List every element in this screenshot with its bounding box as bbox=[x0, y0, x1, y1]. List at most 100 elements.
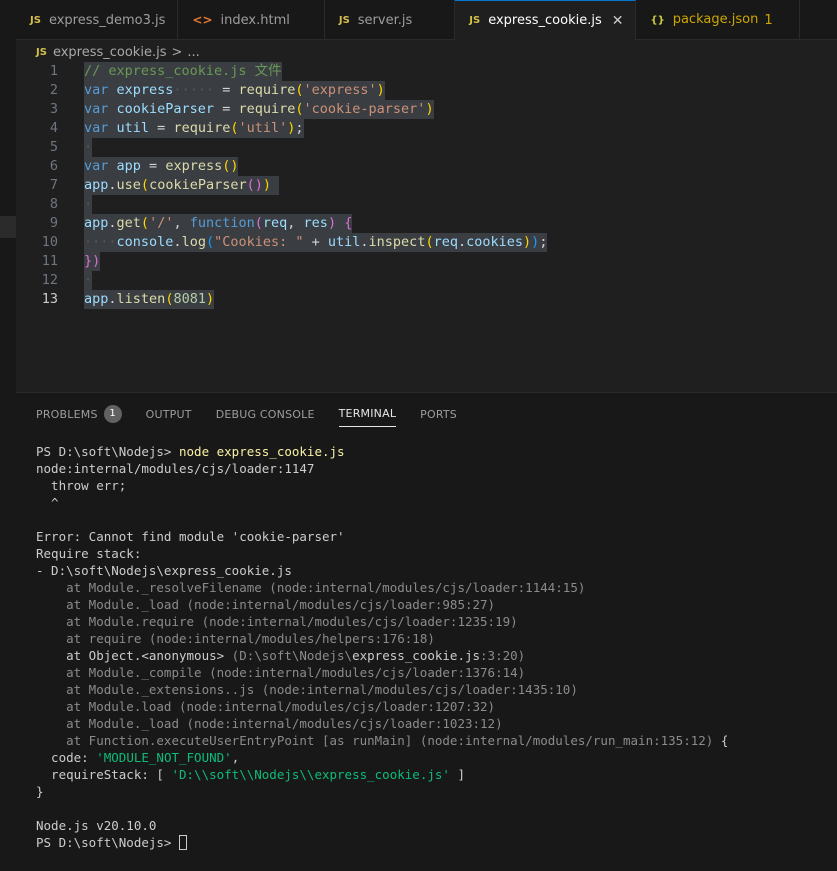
strip-highlight bbox=[0, 216, 16, 238]
tab-express-cookie[interactable]: JS express_cookie.js ✕ bbox=[455, 0, 637, 40]
javascript-file-icon: JS bbox=[469, 15, 481, 26]
tab-terminal[interactable]: TERMINAL bbox=[338, 407, 397, 427]
terminal-prompt: PS D:\soft\Nodejs> bbox=[36, 835, 179, 850]
string: 'cookie-parser' bbox=[303, 101, 426, 117]
tab-label: server.js bbox=[357, 12, 413, 28]
string: 'express' bbox=[303, 82, 377, 98]
function-name: use bbox=[116, 177, 141, 193]
javascript-file-icon: JS bbox=[338, 14, 350, 26]
code-editor[interactable]: 1 // express_cookie.js 文件 2 var express·… bbox=[16, 62, 837, 392]
terminal-line: - D:\soft\Nodejs\express_cookie.js bbox=[36, 563, 292, 578]
identifier: app bbox=[116, 158, 141, 174]
keyword: var bbox=[84, 158, 109, 174]
code-line: 8 · bbox=[16, 195, 837, 214]
identifier: cookieParser bbox=[116, 101, 215, 117]
tab-server-js[interactable]: JS server.js bbox=[325, 0, 456, 40]
line-number: 11 bbox=[41, 253, 58, 269]
terminal-line: Require stack: bbox=[36, 546, 142, 561]
function-name: require bbox=[238, 82, 296, 98]
string: "Cookies: " bbox=[214, 234, 304, 250]
identifier: app bbox=[84, 291, 109, 307]
operator: = bbox=[140, 158, 166, 174]
terminal-line: node:internal/modules/cjs/loader:1147 bbox=[36, 461, 315, 476]
terminal-line: PS D:\soft\Nodejs> bbox=[36, 834, 826, 851]
tab-ports[interactable]: PORTS bbox=[420, 408, 457, 427]
tab-index-html[interactable]: <> index.html bbox=[178, 0, 325, 40]
bottom-panel: PROBLEMS 1 OUTPUT DEBUG CONSOLE TERMINAL … bbox=[16, 392, 837, 871]
code-line: 4 var util = require('util'); bbox=[16, 119, 837, 138]
stack-frame: at Function.executeUserEntryPoint [as ru… bbox=[36, 733, 729, 748]
line-number: 13 bbox=[41, 291, 58, 307]
tab-debug-console[interactable]: DEBUG CONSOLE bbox=[216, 408, 315, 427]
terminal-line: throw err; bbox=[36, 478, 127, 493]
html-file-icon: <> bbox=[192, 13, 213, 27]
stack-frame: at Module._resolveFilename (node:interna… bbox=[36, 580, 586, 595]
problem-count: 1 bbox=[764, 12, 773, 28]
chevron-right-icon: > bbox=[171, 44, 183, 60]
terminal-output[interactable]: PS D:\soft\Nodejs> node express_cookie.j… bbox=[36, 443, 826, 851]
terminal-line: } bbox=[36, 784, 44, 799]
code-line: 5 · bbox=[16, 138, 837, 157]
tab-label: package.json bbox=[672, 11, 759, 27]
function-name: listen bbox=[116, 291, 166, 307]
identifier: util bbox=[327, 234, 361, 250]
parameter: res bbox=[303, 215, 328, 231]
line-number: 5 bbox=[49, 139, 58, 155]
terminal-line: requireStack: [ 'D:\\soft\\Nodejs\\expre… bbox=[36, 767, 465, 782]
identifier: console bbox=[116, 234, 174, 250]
code-line: 12 · bbox=[16, 271, 837, 290]
stack-frame: at Module.load (node:internal/modules/cj… bbox=[36, 699, 496, 714]
tab-output[interactable]: OUTPUT bbox=[146, 408, 192, 427]
code-line: 10 ····console.log("Cookies: " + util.in… bbox=[16, 233, 837, 252]
code-line: 6 var app = express() bbox=[16, 157, 837, 176]
number: 8081 bbox=[173, 291, 206, 307]
keyword: var bbox=[84, 120, 109, 136]
string: '/' bbox=[149, 215, 174, 231]
code-line: 13 app.listen(8081) bbox=[16, 290, 837, 309]
terminal-line: code: 'MODULE_NOT_FOUND', bbox=[36, 750, 240, 765]
stack-frame: at Module._load (node:internal/modules/c… bbox=[36, 716, 503, 731]
panel-tabs: PROBLEMS 1 OUTPUT DEBUG CONSOLE TERMINAL … bbox=[36, 405, 481, 429]
tab-problems[interactable]: PROBLEMS 1 bbox=[36, 405, 122, 429]
stack-frame: at Object.<anonymous> (D:\soft\Nodejs\ex… bbox=[36, 648, 526, 663]
stack-frame: at Module._extensions..js (node:internal… bbox=[36, 682, 578, 697]
function-name: inspect bbox=[368, 234, 426, 250]
keyword: var bbox=[84, 82, 109, 98]
line-number: 8 bbox=[49, 196, 58, 212]
line-number: 12 bbox=[41, 272, 58, 288]
line-number: 1 bbox=[49, 63, 58, 79]
operator: = bbox=[214, 101, 239, 117]
terminal-command: node express_cookie.js bbox=[179, 444, 345, 459]
tab-package-json[interactable]: {} package.json 1 bbox=[636, 0, 800, 40]
problems-count-badge: 1 bbox=[103, 405, 122, 423]
line-number: 3 bbox=[49, 101, 58, 117]
code-line: 7 app.use(cookieParser()) bbox=[16, 176, 837, 195]
terminal-cursor[interactable] bbox=[179, 835, 187, 850]
code-line: 2 var express····· = require('express') bbox=[16, 81, 837, 100]
keyword: var bbox=[84, 101, 109, 117]
tab-express-demo3[interactable]: JS express_demo3.js bbox=[16, 0, 179, 40]
terminal-line: PS D:\soft\Nodejs> node express_cookie.j… bbox=[36, 443, 826, 460]
breadcrumb: JS express_cookie.js > ... bbox=[36, 42, 200, 62]
breadcrumb-more[interactable]: ... bbox=[187, 45, 199, 60]
function-name: require bbox=[238, 101, 296, 117]
tab-label: index.html bbox=[220, 12, 290, 28]
file-link[interactable]: express_cookie.js bbox=[352, 648, 480, 663]
javascript-file-icon: JS bbox=[36, 46, 47, 58]
close-icon[interactable]: ✕ bbox=[612, 13, 624, 29]
code-line: 9 app.get('/', function(req, res) { bbox=[16, 214, 837, 233]
closing-bracket: }) bbox=[84, 253, 101, 269]
code-line: 1 // express_cookie.js 文件 bbox=[16, 62, 837, 81]
stack-frame: at Module.require (node:internal/modules… bbox=[36, 614, 518, 629]
identifier: util bbox=[116, 120, 150, 136]
json-file-icon: {} bbox=[650, 14, 665, 26]
terminal-line: ^ bbox=[36, 495, 59, 510]
line-number: 6 bbox=[49, 158, 58, 174]
function-name: require bbox=[173, 120, 231, 136]
breadcrumb-file[interactable]: express_cookie.js bbox=[53, 45, 167, 60]
line-number: 7 bbox=[49, 177, 58, 193]
line-number: 9 bbox=[49, 215, 58, 231]
function-name: express bbox=[165, 158, 223, 174]
